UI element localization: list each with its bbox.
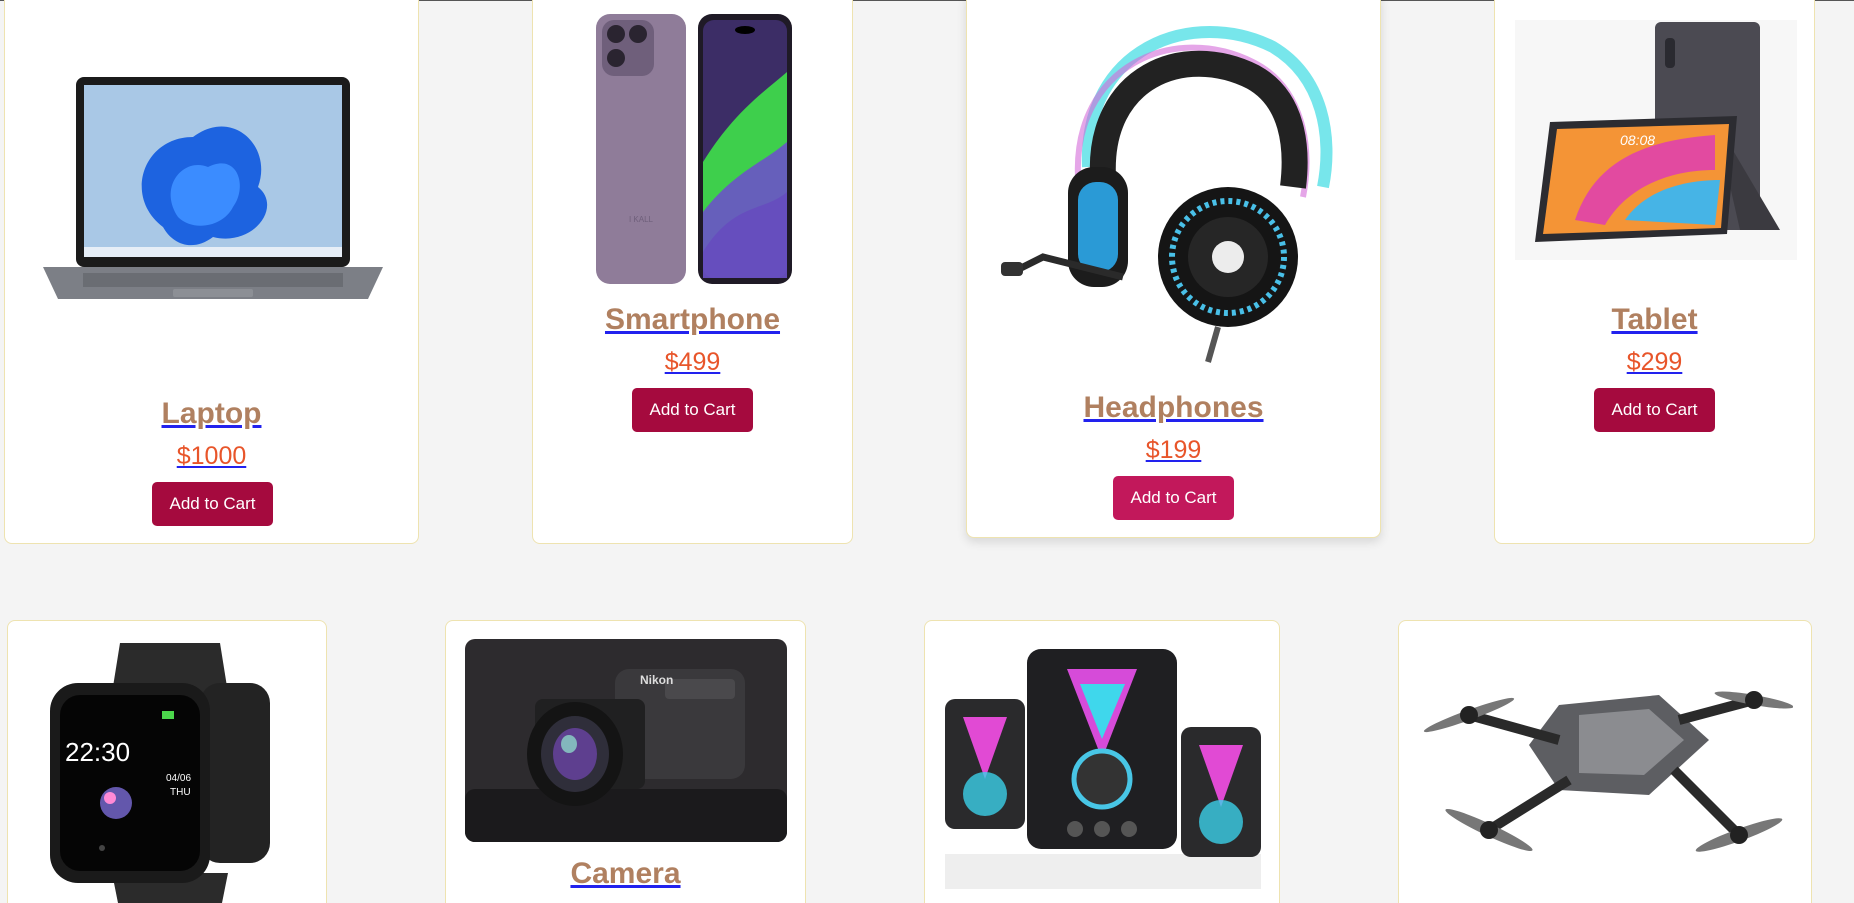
product-card-speakers[interactable]	[924, 620, 1280, 903]
product-title[interactable]: Tablet	[1495, 303, 1814, 337]
svg-text:08:08: 08:08	[1620, 132, 1655, 148]
product-card-smartwatch[interactable]: 22:30 04/06 THU	[7, 620, 327, 903]
product-title[interactable]: Smartphone	[533, 303, 852, 337]
watch-date: 04/06	[166, 773, 191, 784]
product-card-camera[interactable]: Nikon Camera	[445, 620, 806, 903]
product-title[interactable]: Laptop	[5, 397, 418, 431]
smartwatch-image[interactable]: 22:30 04/06 THU	[50, 643, 290, 903]
watch-day: THU	[170, 787, 191, 798]
product-price[interactable]: $499	[533, 348, 852, 377]
add-to-cart-button[interactable]: Add to Cart	[1594, 388, 1715, 432]
product-price[interactable]: $299	[1495, 348, 1814, 377]
add-to-cart-button[interactable]: Add to Cart	[1113, 476, 1234, 520]
product-price[interactable]: $199	[967, 436, 1380, 465]
product-title[interactable]: Headphones	[967, 391, 1380, 425]
product-card-tablet[interactable]: 08:08 Tablet $299 Add to Cart	[1494, 0, 1815, 544]
speakers-image[interactable]	[945, 639, 1261, 889]
tablet-image[interactable]: 08:08	[1515, 20, 1797, 260]
product-grid: Laptop $1000 Add to Cart I KALL Smartpho…	[0, 0, 1854, 903]
add-to-cart-button[interactable]: Add to Cart	[632, 388, 753, 432]
product-price[interactable]: $1000	[5, 442, 418, 471]
camera-image[interactable]: Nikon	[465, 639, 787, 842]
smartphone-image[interactable]: I KALL	[594, 12, 794, 287]
product-card-drone[interactable]	[1398, 620, 1812, 903]
camera-brand: Nikon	[640, 673, 673, 687]
product-title[interactable]: Camera	[446, 857, 805, 891]
add-to-cart-button[interactable]: Add to Cart	[152, 482, 273, 526]
product-card-headphones[interactable]: Headphones $199 Add to Cart	[966, 0, 1381, 538]
laptop-image[interactable]	[43, 77, 383, 307]
drone-image[interactable]	[1419, 645, 1793, 875]
product-card-laptop[interactable]: Laptop $1000 Add to Cart	[4, 0, 419, 544]
product-card-smartphone[interactable]: I KALL Smartphone $499 Add to Cart	[532, 0, 853, 544]
headphones-image[interactable]	[993, 7, 1355, 367]
watch-time: 22:30	[65, 737, 130, 767]
svg-text:I KALL: I KALL	[629, 215, 654, 224]
